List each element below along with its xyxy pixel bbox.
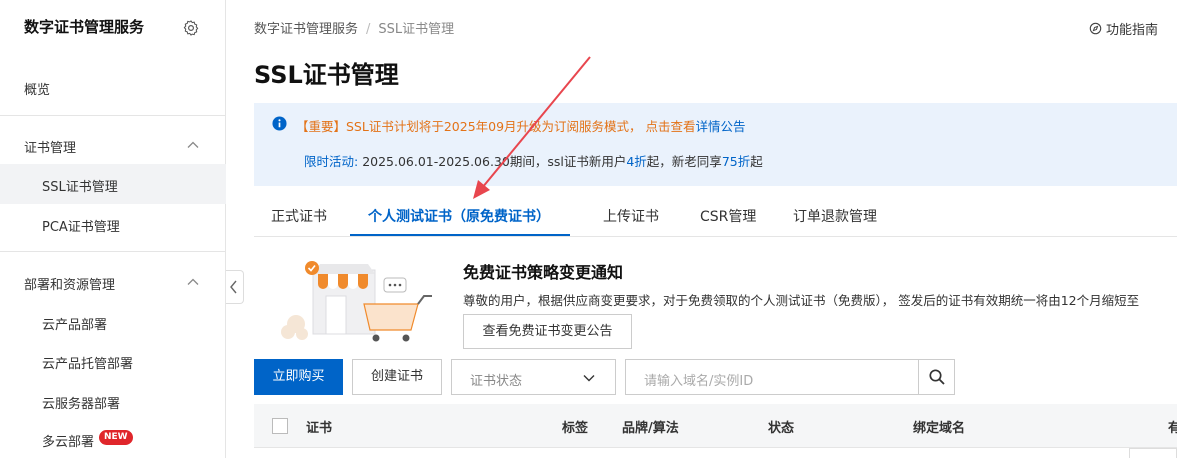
sidebar-divider (0, 115, 226, 116)
sidebar-item-multicloud-deploy[interactable]: 多云部署 (42, 431, 94, 450)
tab-refund-management[interactable]: 订单退款管理 (793, 206, 877, 226)
promo-text: 起 (750, 154, 763, 169)
new-badge: NEW (99, 430, 133, 445)
sidebar-group-deploy[interactable]: 部署和资源管理 (24, 274, 115, 293)
column-bound-domains: 绑定域名 (913, 421, 966, 436)
notice-line-promo: 限时活动: 2025.06.01-2025.06.30期间，ssl证书新用户4折… (304, 151, 763, 170)
promo-discount-new: 4折 (626, 154, 647, 169)
page-title: SSL证书管理 (254, 61, 399, 89)
select-all-checkbox[interactable] (272, 418, 288, 434)
promo-text: 起，新老同享 (646, 154, 722, 169)
floating-widget[interactable] (1129, 448, 1177, 458)
sidebar-group-cert-management[interactable]: 证书管理 (24, 137, 76, 156)
create-cert-button[interactable]: 创建证书 (352, 359, 442, 395)
column-status: 状态 (768, 421, 795, 436)
cert-status-placeholder: 证书状态 (470, 374, 523, 389)
feature-guide-label: 功能指南 (1106, 23, 1159, 38)
chevron-up-icon[interactable] (186, 275, 200, 289)
sidebar-item-server-deploy[interactable]: 云服务器部署 (42, 393, 120, 412)
active-tab-indicator (350, 234, 570, 236)
view-announcement-button[interactable]: 查看免费证书变更公告 (463, 314, 632, 349)
tab-formal-certs[interactable]: 正式证书 (271, 206, 327, 226)
banner-text: 尊敬的用户，根据供应商变更要求，对于免费领取的个人测试证书（免费版）， 签发后的… (463, 293, 1140, 308)
column-brand-algorithm: 品牌/算法 (622, 421, 679, 436)
chevron-up-icon[interactable] (186, 138, 200, 152)
chevron-left-icon (230, 280, 237, 294)
sidebar-item-ssl[interactable]: SSL证书管理 (42, 176, 118, 195)
banner-title: 免费证书策略变更通知 (463, 263, 624, 282)
promo-text: 2025.06.01-2025.06.30期间，ssl证书新用户 (358, 154, 627, 169)
compass-icon (1089, 22, 1102, 35)
notice-important-text: 【重要】SSL证书计划将于2025年09月升级为订阅服务模式， 点击查看 (296, 119, 696, 134)
search-icon[interactable] (928, 368, 946, 386)
promo-discount-all: 75折 (721, 154, 751, 169)
breadcrumb-current: SSL证书管理 (378, 22, 455, 37)
cert-status-select[interactable]: 证书状态 (451, 359, 616, 395)
sidebar-item-pca[interactable]: PCA证书管理 (42, 216, 120, 235)
notice-line-important: 【重要】SSL证书计划将于2025年09月升级为订阅服务模式， 点击查看详情公告 (296, 116, 746, 135)
info-icon (272, 116, 287, 131)
search-input[interactable]: 请输入域名/实例ID (644, 370, 753, 389)
sidebar: 数字证书管理服务 概览 证书管理 SSL证书管理 PCA证书管理 部署和资源管理… (0, 0, 226, 458)
column-validity: 有 (1168, 421, 1177, 436)
sidebar-item-overview[interactable]: 概览 (24, 79, 50, 98)
tab-bar: 正式证书 个人测试证书（原免费证书） 上传证书 CSR管理 订单退款管理 (254, 196, 1177, 237)
sidebar-item-cloud-deploy[interactable]: 云产品部署 (42, 314, 107, 333)
tab-personal-test-certs[interactable]: 个人测试证书（原免费证书） (368, 206, 550, 226)
notice-banner: 【重要】SSL证书计划将于2025年09月升级为订阅服务模式， 点击查看详情公告… (254, 103, 1177, 186)
column-tags: 标签 (562, 421, 589, 436)
notice-details-link[interactable]: 详情公告 (696, 119, 746, 134)
breadcrumb-separator: / (366, 22, 371, 37)
breadcrumb-root[interactable]: 数字证书管理服务 (254, 22, 358, 37)
breadcrumb: 数字证书管理服务 / SSL证书管理 (254, 18, 454, 37)
tab-upload-certs[interactable]: 上传证书 (603, 206, 659, 226)
sidebar-item-managed-deploy[interactable]: 云产品托管部署 (42, 353, 133, 372)
sidebar-title: 数字证书管理服务 (24, 18, 145, 36)
sidebar-divider (0, 251, 226, 252)
promo-label: 限时活动: (304, 154, 359, 169)
buy-now-button[interactable]: 立即购买 (254, 359, 343, 395)
gear-icon[interactable] (182, 19, 200, 37)
table-header: 证书 标签 品牌/算法 状态 绑定域名 有 (254, 404, 1177, 448)
column-cert: 证书 (306, 421, 333, 436)
tab-csr-management[interactable]: CSR管理 (700, 206, 756, 226)
chevron-down-icon (583, 375, 595, 382)
search-box: 请输入域名/实例ID (625, 359, 955, 395)
feature-guide-link[interactable]: 功能指南 (1089, 19, 1158, 38)
sidebar-collapse-button[interactable] (226, 270, 244, 304)
search-divider (918, 360, 919, 394)
shop-cart-illustration (281, 261, 432, 342)
